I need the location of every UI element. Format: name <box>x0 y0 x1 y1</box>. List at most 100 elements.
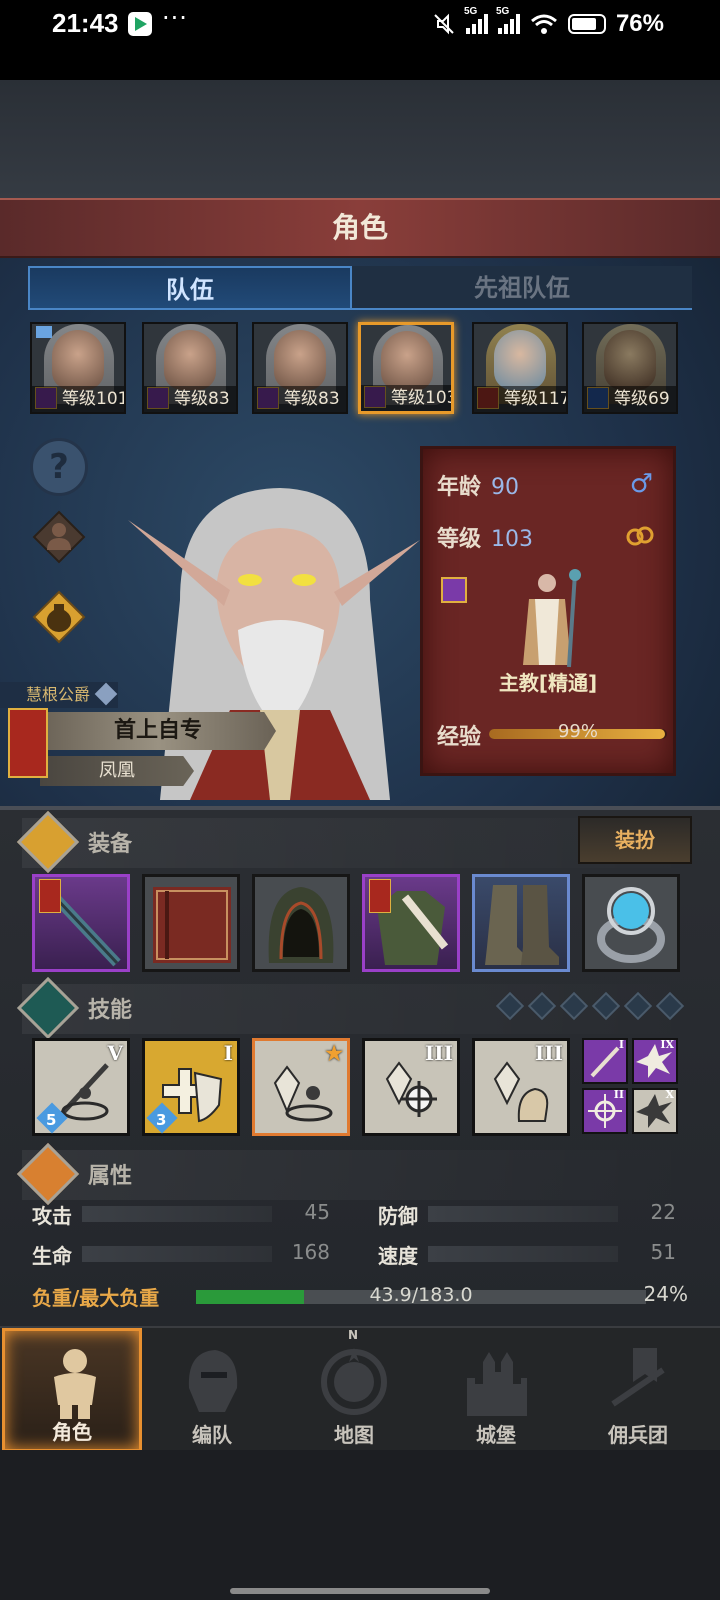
hero-level: 等级117 <box>474 386 566 412</box>
character-portrait <box>128 488 420 800</box>
stat-bar <box>428 1246 618 1262</box>
team-tabs: 队伍 先祖队伍 <box>28 266 692 310</box>
hp-stat: 生命 168 <box>32 1240 330 1268</box>
network-type: 5G <box>463 6 478 17</box>
potion-button[interactable] <box>30 588 88 646</box>
wedding-rings-icon[interactable] <box>625 523 655 547</box>
nav-formation[interactable]: 编队 <box>142 1328 282 1452</box>
hero-card-selected[interactable]: 等级103 <box>358 322 454 414</box>
nav-character[interactable]: 角色 <box>2 1328 142 1452</box>
passive-skill-slot[interactable]: II <box>582 1088 628 1134</box>
hero-card[interactable]: 等级117 <box>472 322 568 414</box>
exp-label: 经验 <box>437 725 482 750</box>
tab-ancestor-team[interactable]: 先祖队伍 <box>352 266 692 310</box>
ring-icon <box>597 887 665 963</box>
network-type: 5G <box>495 6 510 17</box>
character-name[interactable]: 首上自专 <box>40 712 276 750</box>
hero-level: 等级101 <box>32 386 124 412</box>
clock: 21:43 <box>52 8 119 38</box>
star-icon <box>16 976 80 1040</box>
skills-title: 技能 <box>88 998 133 1023</box>
nav-mercenary-label: 佣兵团 <box>608 1423 668 1447</box>
nav-map[interactable]: 地图 <box>284 1328 424 1452</box>
passive-skill-slot[interactable]: I <box>582 1038 628 1084</box>
sword-icon <box>16 810 80 874</box>
hero-face <box>381 331 433 391</box>
crystal-prayer-skill-icon <box>273 1065 333 1122</box>
passive-skill-slot[interactable]: X <box>632 1088 678 1134</box>
age-label: 年龄 <box>437 475 482 500</box>
attack-value: 45 <box>304 1200 330 1224</box>
hero-card[interactable]: 等级101 <box>30 322 126 414</box>
equipment-slot-hood[interactable] <box>252 874 350 972</box>
equipment-slot-book[interactable] <box>142 874 240 972</box>
hero-card[interactable]: 等级83 <box>142 322 238 414</box>
equipment-slot-ring[interactable] <box>582 874 680 972</box>
mute-icon <box>434 13 454 35</box>
help-button[interactable]: ? <box>30 438 88 496</box>
compass-north-label: N <box>348 1328 359 1342</box>
helmet-icon <box>188 1350 238 1412</box>
skill-slot[interactable]: III <box>362 1038 460 1136</box>
bottom-fill <box>0 1450 720 1600</box>
tab-team[interactable]: 队伍 <box>28 266 352 310</box>
level-value: 103 <box>491 527 534 552</box>
hero-face <box>52 330 104 390</box>
equipment-slot-boots[interactable] <box>472 874 570 972</box>
battery-percent: 76% <box>615 10 664 37</box>
attributes-title: 属性 <box>88 1164 133 1189</box>
hero-face <box>274 330 326 390</box>
speed-value: 51 <box>650 1240 676 1264</box>
signal-icon: 5G <box>496 6 520 34</box>
hero-level: 等级69 <box>584 386 676 412</box>
potion-icon <box>32 590 86 644</box>
equipment-title: 装备 <box>88 832 133 857</box>
battery-icon <box>567 14 606 34</box>
dress-up-button[interactable]: 装扮 <box>578 816 692 864</box>
equipment-slot-armor[interactable] <box>362 874 460 972</box>
castle-icon <box>467 1352 527 1416</box>
stats-card: 年龄 90 ♂ 等级 103 主教[精通] 经验 99% <box>420 446 676 776</box>
skill-rank-star-icon: ★ <box>325 1041 343 1065</box>
hood-icon <box>268 887 334 963</box>
skill-rank: I <box>223 1041 233 1065</box>
page-title: 角色 <box>331 211 388 244</box>
nav-castle[interactable]: 城堡 <box>426 1328 566 1452</box>
hero-card[interactable]: 等级69 <box>582 322 678 414</box>
armor-icon <box>32 510 86 564</box>
attack-stat: 攻击 45 <box>32 1200 330 1228</box>
nav-map-label: 地图 <box>334 1423 374 1447</box>
wifi-icon <box>530 14 557 34</box>
armor-button[interactable] <box>30 508 88 566</box>
skill-slot[interactable]: III <box>472 1038 570 1136</box>
hero-card[interactable]: 等级83 <box>252 322 348 414</box>
passive-skill-slot[interactable]: IX <box>632 1038 678 1084</box>
skill-slot[interactable]: I 3 <box>142 1038 240 1136</box>
hero-face <box>604 330 656 390</box>
nav-formation-label: 编队 <box>192 1423 232 1447</box>
hero-level: 等级83 <box>144 386 236 412</box>
skill-rank: III <box>534 1041 563 1065</box>
skill-slot[interactable]: ★ <box>252 1038 350 1136</box>
more-notifications-icon: ··· <box>162 4 188 32</box>
skill-charges: 5 <box>46 1111 57 1129</box>
equipment-slot-weapon[interactable] <box>32 874 130 972</box>
crystal-burst-skill-icon <box>385 1061 437 1117</box>
house-banner-icon <box>369 879 391 913</box>
nav-mercenary[interactable]: 佣兵团 <box>568 1328 708 1452</box>
weight-bar: 43.9/183.0 <box>196 1284 646 1306</box>
hero-face <box>164 330 216 390</box>
carry-weight-stat: 负重/最大负重 43.9/183.0 24% <box>32 1282 688 1310</box>
boots-icon <box>485 885 559 965</box>
defense-value: 22 <box>650 1200 676 1224</box>
attack-label: 攻击 <box>32 1204 72 1228</box>
class-name: 主教[精通] <box>498 671 598 695</box>
skill-rank: III <box>424 1041 453 1065</box>
nav-character-label: 角色 <box>52 1420 92 1444</box>
skill-slot[interactable]: V 5 <box>32 1038 130 1136</box>
stat-bar <box>82 1246 272 1262</box>
signal-icon: 5G <box>464 6 488 34</box>
knight-icon <box>54 1349 96 1419</box>
stat-bar <box>428 1206 618 1222</box>
home-indicator[interactable] <box>230 1588 490 1594</box>
